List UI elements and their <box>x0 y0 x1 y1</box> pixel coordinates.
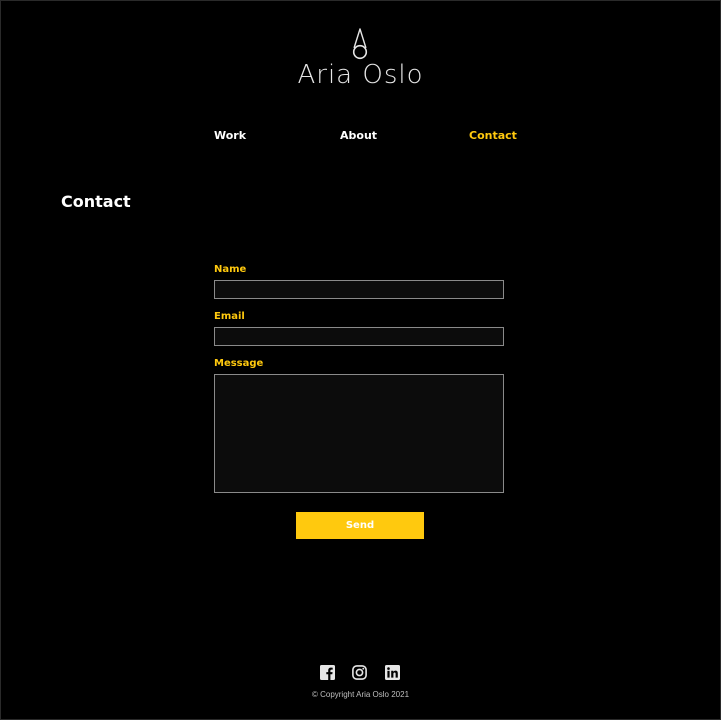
name-field[interactable] <box>214 280 504 299</box>
name-label: Name <box>214 264 247 275</box>
nav-link-contact[interactable]: Contact <box>469 129 517 142</box>
page-background <box>0 0 721 720</box>
nav-link-about[interactable]: About <box>340 129 377 142</box>
email-field[interactable] <box>214 327 504 346</box>
email-label: Email <box>214 311 245 322</box>
instagram-icon[interactable] <box>352 665 367 680</box>
page-title: Contact <box>61 192 131 211</box>
copyright-text: © Copyright Aria Oslo 2021 <box>311 690 410 699</box>
message-field[interactable] <box>214 374 504 493</box>
nav-link-work[interactable]: Work <box>214 129 246 142</box>
brand-name[interactable]: Aria Oslo <box>0 60 721 90</box>
facebook-icon[interactable] <box>320 665 335 680</box>
linkedin-icon[interactable] <box>385 665 400 680</box>
message-label: Message <box>214 358 264 369</box>
send-button[interactable]: Send <box>296 512 424 539</box>
teardrop-ring-icon <box>352 28 368 60</box>
